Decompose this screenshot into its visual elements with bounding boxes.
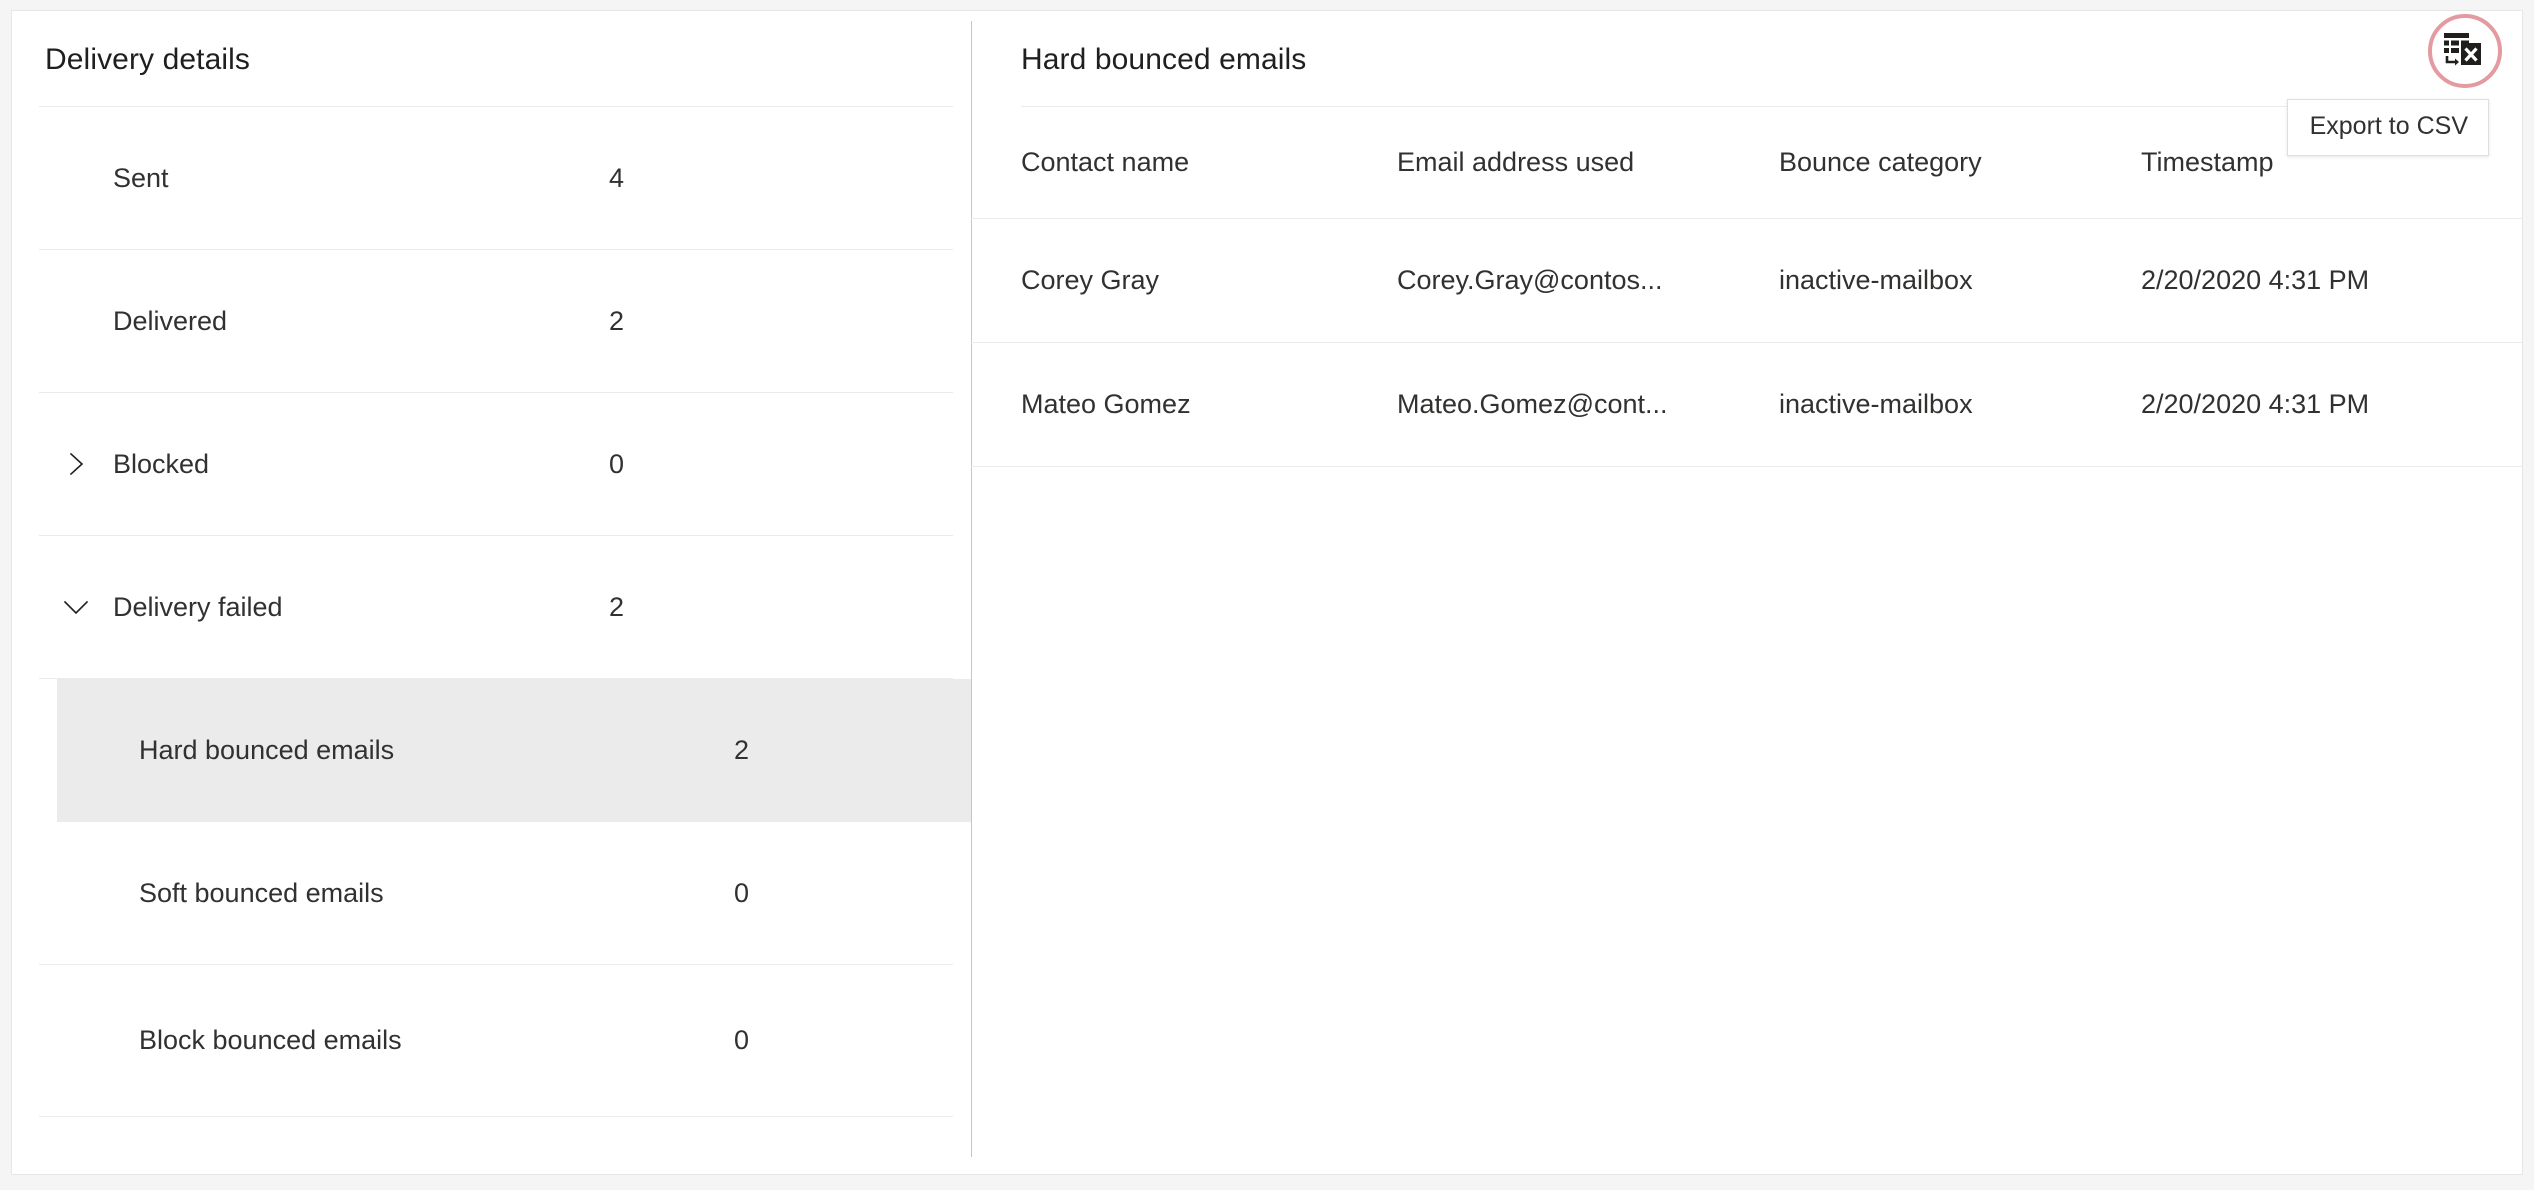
detail-row-label: Sent [113,162,169,193]
chevron-slot [39,107,113,249]
table-row[interactable]: Corey Gray Corey.Gray@contos... inactive… [971,218,2522,343]
expand-blocked-button[interactable] [39,393,113,535]
detail-row-label: Delivered [113,305,228,336]
cell-email-address-used: Corey.Gray@contos... [1371,218,1755,343]
delivery-details-pane: Delivery details Sent 4 Delivered 2 Bloc… [12,11,971,1174]
table-body: Corey Gray Corey.Gray@contos... inactive… [971,218,2522,467]
detail-row-value: 2 [609,305,625,336]
hard-bounced-emails-title: Hard bounced emails [1021,43,1307,76]
detail-row-value: 0 [609,448,625,479]
export-to-excel-icon [2444,33,2481,66]
column-header-email-address-used[interactable]: Email address used [1371,107,1755,219]
cell-contact-name: Corey Gray [971,218,1371,343]
export-to-csv-tooltip: Export to CSV [2286,99,2489,156]
column-header-bounce-category[interactable]: Bounce category [1755,107,2117,219]
export-to-csv-button[interactable] [2437,25,2489,77]
right-pane-header: Hard bounced emails [971,11,2522,88]
detail-row-block-bounced-emails[interactable]: Block bounced emails 0 [39,965,953,1117]
table-row[interactable]: Mateo Gomez Mateo.Gomez@cont... inactive… [971,342,2522,467]
collapse-delivery-failed-button[interactable] [39,536,113,678]
panes-container: Delivery details Sent 4 Delivered 2 Bloc… [12,11,2522,1174]
detail-row-label: Delivery failed [113,591,283,622]
detail-row-value: 2 [734,735,750,765]
detail-row-label: Block bounced emails [139,1025,402,1055]
detail-row-label: Soft bounced emails [139,877,384,908]
cell-timestamp: 2/20/2020 4:31 PM [2117,342,2522,467]
cell-email-address-used: Mateo.Gomez@cont... [1371,342,1755,467]
chevron-right-icon [69,452,84,476]
detail-row-value: 0 [734,877,750,908]
hard-bounced-emails-pane: Hard bounced emails Export to CSV Contac… [971,11,2522,1174]
detail-row-blocked[interactable]: Blocked 0 [39,393,953,536]
cell-bounce-category: inactive-mailbox [1755,218,2117,343]
detail-row-value: 4 [609,162,625,193]
detail-row-label: Blocked [113,448,210,479]
column-header-contact-name[interactable]: Contact name [971,107,1371,219]
detail-row-delivered[interactable]: Delivered 2 [39,250,953,393]
delivery-details-list: Sent 4 Delivered 2 Blocked 0 Delivery fa… [12,107,971,1117]
detail-row-label: Hard bounced emails [139,735,395,765]
detail-row-delivery-failed[interactable]: Delivery failed 2 [39,536,953,679]
chevron-down-icon [63,600,89,615]
detail-row-sent[interactable]: Sent 4 [39,107,953,250]
hard-bounced-emails-table: Contact name Email address used Bounce c… [971,107,2522,467]
cell-bounce-category: inactive-mailbox [1755,342,2117,467]
detail-row-value: 0 [734,1025,750,1055]
cell-contact-name: Mateo Gomez [971,342,1371,467]
detail-row-value: 2 [609,591,625,622]
delivery-details-title: Delivery details [45,43,251,76]
delivery-details-card: Delivery details Sent 4 Delivered 2 Bloc… [11,10,2523,1175]
detail-row-soft-bounced-emails[interactable]: Soft bounced emails 0 [39,822,953,965]
app-screen: Delivery details Sent 4 Delivered 2 Bloc… [0,0,2534,1190]
detail-row-hard-bounced-emails[interactable]: Hard bounced emails 2 [57,679,971,822]
cell-timestamp: 2/20/2020 4:31 PM [2117,218,2522,343]
chevron-slot [39,250,113,392]
